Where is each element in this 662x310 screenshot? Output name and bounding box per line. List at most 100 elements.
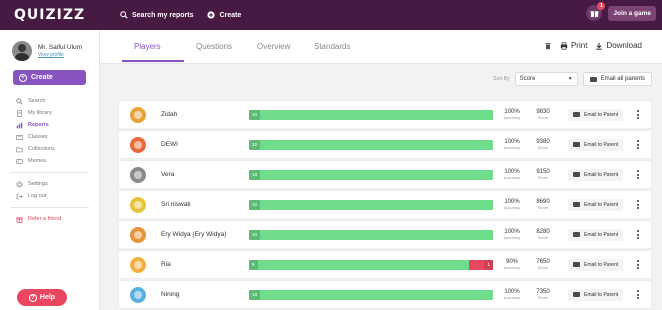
accuracy-label: Accuracy [503, 205, 521, 210]
player-avatar [130, 166, 146, 183]
progress-bar: 10 [249, 199, 493, 210]
email-parent-label: Email to Parent [584, 111, 619, 118]
score-label: Score [537, 145, 549, 150]
correct-segment: 10 [249, 139, 493, 150]
envelope-icon [573, 292, 580, 297]
envelope-icon [573, 262, 580, 267]
sidebar-item-settings[interactable]: Settings [0, 178, 99, 190]
player-name[interactable]: Sri niswati [161, 201, 191, 208]
player-name[interactable]: Ery Widya (Ery Widya) [161, 231, 226, 238]
accuracy-stat: 100% Accuracy [500, 169, 524, 180]
sidebar-item-memes[interactable]: Memes [0, 155, 99, 167]
sidebar-item-search[interactable]: Search [0, 95, 99, 107]
player-name[interactable]: Ria [161, 261, 171, 268]
more-options-icon[interactable] [636, 110, 640, 119]
accuracy-label: Accuracy [503, 295, 521, 300]
email-parent-button[interactable]: Email to Parent [568, 228, 624, 241]
correct-segment: 9 [249, 259, 469, 270]
search-icon [120, 11, 128, 19]
printer-icon [560, 41, 568, 50]
tab-questions[interactable]: Questions [196, 42, 232, 51]
progress-bar: 10 [249, 169, 493, 180]
score-stat: 7650 Score [533, 259, 553, 270]
tab-players[interactable]: Players [134, 42, 161, 51]
more-options-icon[interactable] [636, 140, 640, 149]
sidebar-item-logout[interactable]: Log out [0, 190, 99, 202]
correct-segment: 10 [249, 229, 493, 240]
sidebar-item-label: Log out [28, 193, 47, 199]
table-row[interactable]: DEWI 10 100% Accuracy 9380 Score Email t… [118, 130, 652, 159]
more-options-icon[interactable] [636, 170, 640, 179]
more-options-icon[interactable] [636, 230, 640, 239]
email-all-parents-button[interactable]: Email all parents [582, 72, 652, 86]
correct-count: 10 [249, 139, 261, 150]
join-game-button[interactable]: Join a game [608, 5, 656, 21]
delete-button[interactable] [544, 42, 552, 50]
view-profile-link[interactable]: View profile [38, 52, 82, 58]
email-parent-button[interactable]: Email to Parent [568, 198, 624, 211]
correct-count: 10 [249, 199, 261, 210]
table-row[interactable]: Nining 10 100% Accuracy 7350 Score Email… [118, 280, 652, 309]
email-parent-button[interactable]: Email to Parent [568, 288, 624, 301]
sidebar-item-library[interactable]: My library [0, 107, 99, 119]
score-label: Score [537, 205, 549, 210]
correct-segment: 10 [249, 289, 493, 300]
sidebar-item-label: Collections [28, 146, 55, 152]
avatar[interactable] [12, 41, 32, 61]
player-name[interactable]: Vera [161, 171, 174, 178]
tab-overview[interactable]: Overview [257, 42, 290, 51]
table-row[interactable]: Sri niswati 10 100% Accuracy 8690 Score … [118, 190, 652, 219]
notifications-button[interactable]: 1 [586, 2, 606, 21]
sidebar-item-classes[interactable]: Classes [0, 131, 99, 143]
sidebar: Mr. Saiful Ulum View profile + Create Se… [0, 30, 100, 310]
logo[interactable]: QUIZIZZ [14, 7, 120, 23]
player-name[interactable]: Zidah [161, 111, 177, 118]
table-row[interactable]: Zidah 10 100% Accuracy 9830 Score Email … [118, 100, 652, 129]
score-stat: 8690 Score [533, 199, 553, 210]
more-options-icon[interactable] [636, 200, 640, 209]
sidebar-item-label: Classes [28, 134, 48, 140]
more-options-icon[interactable] [636, 290, 640, 299]
sort-select[interactable]: Score ▼ [514, 72, 578, 86]
sidebar-item-collections[interactable]: Collections [0, 143, 99, 155]
download-label: Download [606, 41, 642, 50]
progress-bar: 9 1 [249, 259, 493, 270]
email-parent-button[interactable]: Email to Parent [568, 108, 624, 121]
sidebar-item-reports[interactable]: Reports [0, 119, 99, 131]
sidebar-item-refer[interactable]: Refer a friend [0, 213, 99, 225]
player-name[interactable]: DEWI [161, 141, 178, 148]
tab-standards[interactable]: Standards [314, 42, 350, 51]
table-row[interactable]: Vera 10 100% Accuracy 9150 Score Email t… [118, 160, 652, 189]
accuracy-label: Accuracy [503, 175, 521, 180]
more-options-icon[interactable] [636, 260, 640, 269]
wrong-count: 1 [484, 259, 493, 270]
search-reports-link[interactable]: Search my reports [120, 11, 193, 19]
envelope-icon [573, 142, 580, 147]
email-parent-button[interactable]: Email to Parent [568, 168, 624, 181]
create-link-label: Create [219, 11, 242, 19]
envelope-icon [573, 112, 580, 117]
question-icon: ? [28, 293, 37, 302]
score-label: Score [537, 175, 549, 180]
print-button[interactable]: Print [560, 41, 587, 50]
envelope-icon [589, 76, 597, 82]
email-parent-label: Email to Parent [584, 141, 619, 148]
table-row[interactable]: Ery Widya (Ery Widya) 10 100% Accuracy 8… [118, 220, 652, 249]
progress-bar: 10 [249, 289, 493, 300]
email-parent-button[interactable]: Email to Parent [568, 138, 624, 151]
sidebar-menu: Search My library Reports Classes Collec… [0, 95, 99, 225]
accuracy-stat: 90% Accuracy [500, 259, 524, 270]
player-name[interactable]: Nining [161, 291, 179, 298]
download-button[interactable]: Download [595, 41, 642, 50]
accuracy-stat: 100% Accuracy [500, 199, 524, 210]
table-row[interactable]: Ria 9 1 90% Accuracy 7650 Score Email to… [118, 250, 652, 279]
score-stat: 9380 Score [533, 139, 553, 150]
create-link[interactable]: Create [207, 11, 241, 19]
email-parent-button[interactable]: Email to Parent [568, 258, 624, 271]
help-button[interactable]: ? Help [17, 289, 67, 306]
score-label: Score [537, 115, 549, 120]
score-label: Score [537, 265, 549, 270]
player-avatar [130, 196, 146, 213]
divider [10, 172, 89, 173]
create-button[interactable]: + Create [13, 70, 86, 85]
